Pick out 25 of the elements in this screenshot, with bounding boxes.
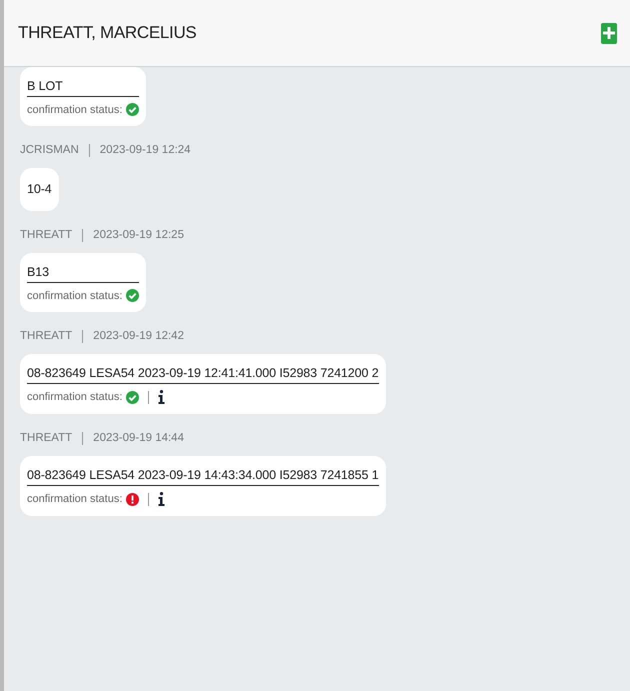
timestamp: 2023-09-19 12:24	[100, 144, 191, 156]
author-name: THREATT	[20, 229, 72, 241]
status-label: confirmation status:	[27, 391, 122, 403]
check-circle-icon	[126, 103, 140, 116]
add-button[interactable]	[601, 22, 617, 44]
check-circle-icon	[126, 390, 140, 404]
status-label: confirmation status:	[27, 104, 122, 116]
info-icon[interactable]	[158, 390, 166, 404]
author-name: THREATT	[20, 330, 72, 342]
message-text: B13	[27, 261, 140, 283]
timestamp: 2023-09-19 12:42	[93, 330, 184, 342]
author-name: THREATT	[20, 432, 72, 444]
message-text: B LOT	[27, 75, 140, 97]
status-label: confirmation status:	[27, 290, 122, 302]
check-circle-icon	[126, 289, 140, 302]
contact-name: THREATT, MARCELIUS	[18, 23, 196, 43]
info-icon[interactable]	[158, 492, 166, 506]
message-text: 08-823649 LESA54 2023-09-19 12:41:41.000 I52983 7241200 2	[27, 362, 379, 384]
message-text: 08-823649 LESA54 2023-09-19 14:43:34.000 I52983 7241855 1	[27, 464, 379, 486]
message-text: 10-4	[27, 181, 52, 198]
timestamp: 2023-09-19 14:44	[93, 432, 184, 444]
author-name: JCRISMAN	[20, 144, 79, 156]
timestamp: 2023-09-19 12:25	[93, 229, 184, 241]
status-label: confirmation status:	[27, 493, 122, 505]
exclamation-circle-icon	[126, 492, 140, 506]
